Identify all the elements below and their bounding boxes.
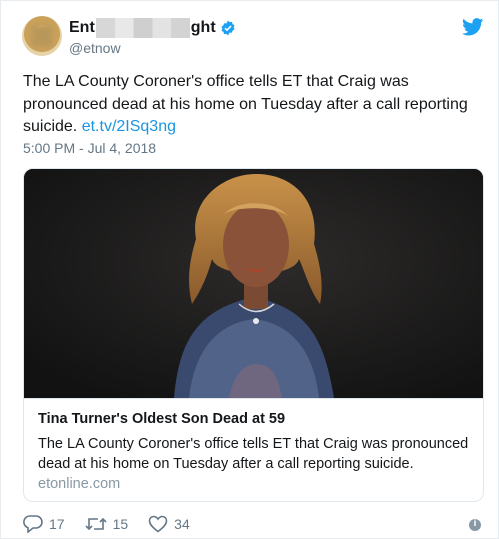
tweet-link[interactable]: et.tv/2ISq3ng (82, 118, 176, 135)
retweet-icon (85, 517, 107, 531)
avatar[interactable] (22, 16, 62, 56)
card-description: The LA County Coroner's office tells ET … (38, 436, 469, 472)
retweet-button[interactable]: 15 (85, 515, 129, 533)
info-icon[interactable]: i (469, 518, 481, 531)
portrait-illustration (24, 169, 483, 398)
action-bar: 17 15 34 (23, 513, 210, 535)
retweet-count: 15 (112, 516, 129, 532)
link-preview-card[interactable]: Tina Turner's Oldest Son Dead at 59 The … (23, 168, 484, 502)
like-button[interactable]: 34 (148, 515, 190, 533)
card-title[interactable]: Tina Turner's Oldest Son Dead at 59 (38, 411, 285, 427)
redacted-name-block (95, 18, 190, 38)
card-body[interactable]: Tina Turner's Oldest Son Dead at 59 The … (24, 398, 483, 501)
like-count: 34 (174, 516, 190, 532)
reply-button[interactable]: 17 (23, 515, 65, 533)
reply-count: 17 (49, 516, 65, 532)
author-handle[interactable]: @etnow (69, 40, 121, 56)
author-name-start[interactable]: Ent (69, 19, 95, 37)
tweet-timestamp[interactable]: 5:00 PM - Jul 4, 2018 (23, 140, 156, 156)
reply-icon (23, 515, 43, 533)
author-name-row[interactable]: Ent ght (69, 18, 236, 38)
tweet-text: The LA County Coroner's office tells ET … (23, 71, 483, 139)
verified-badge-icon (221, 20, 235, 36)
twitter-bird-icon[interactable] (462, 18, 484, 36)
heart-icon (148, 515, 168, 533)
card-image[interactable] (24, 169, 483, 398)
card-domain: etonline.com (38, 476, 121, 492)
author-name-end[interactable]: ght (191, 19, 216, 37)
tweet-card: Ent ght @etnow The LA County Coroner's o… (0, 0, 499, 539)
